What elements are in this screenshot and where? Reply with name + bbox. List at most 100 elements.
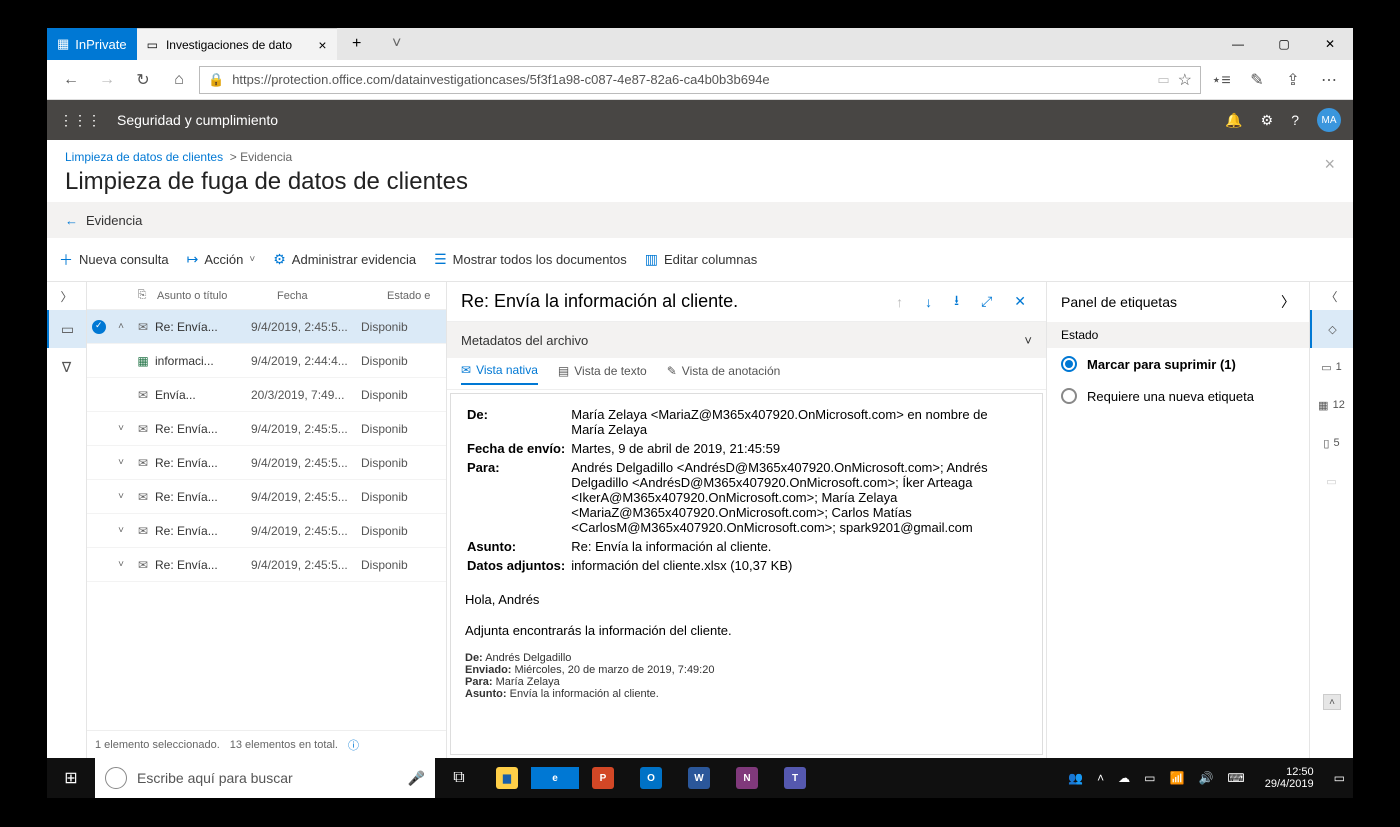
favorite-icon[interactable]: ☆ [1178, 70, 1192, 90]
download-icon[interactable]: ⭳ [948, 290, 965, 314]
tagpanel-section: Estado [1047, 322, 1309, 348]
edit-columns-button[interactable]: ▥Editar columnas [645, 251, 757, 268]
more-icon[interactable]: ⋯ [1313, 64, 1345, 96]
refresh-button[interactable]: ↻ [127, 64, 159, 96]
documents-icon[interactable]: ▭ [47, 310, 86, 348]
home-button[interactable]: ⌂ [163, 64, 195, 96]
onenote-icon[interactable]: N [723, 767, 771, 789]
reading-view-icon[interactable]: ▭ [1157, 72, 1169, 88]
chevron-icon[interactable]: ˅ [111, 491, 131, 502]
chevron-icon[interactable]: ˅ [111, 559, 131, 570]
back-button[interactable]: ← [55, 64, 87, 96]
expand-icon[interactable]: ⤢ [975, 293, 998, 310]
new-tab-button[interactable]: + [337, 28, 377, 60]
word-icon[interactable]: W [675, 767, 723, 789]
tab-text[interactable]: ▤Vista de texto [558, 364, 647, 384]
chevron-icon[interactable]: ˅ [111, 423, 131, 434]
filter-icon[interactable]: ∇ [47, 348, 86, 386]
url-input[interactable]: 🔒 https://protection.office.com/datainve… [199, 66, 1201, 94]
chevron-right-icon[interactable]: 〉 [1281, 292, 1295, 312]
mic-icon[interactable]: 🎤 [408, 770, 425, 787]
bell-icon[interactable]: 🔔 [1225, 112, 1242, 129]
prev-down-icon[interactable]: ↓ [919, 294, 938, 310]
tag-option-suppress[interactable]: Marcar para suprimir (1) [1047, 348, 1309, 380]
table-row[interactable]: ˄✉Re: Envía...9/4/2019, 2:45:5...Disponi… [87, 310, 446, 344]
prev-up-icon[interactable]: ↑ [890, 294, 909, 310]
table-row[interactable]: ˅✉Re: Envía...9/4/2019, 2:45:5...Disponi… [87, 514, 446, 548]
cloud-icon[interactable]: ☁ [1118, 771, 1130, 785]
chevron-icon[interactable]: ˅ [111, 525, 131, 536]
notifications-icon[interactable]: ▭ [1334, 771, 1345, 785]
table-row[interactable]: ˅✉Re: Envía...9/4/2019, 2:45:5...Disponi… [87, 446, 446, 480]
count-3[interactable]: ▯5 [1310, 424, 1353, 462]
minimize-button[interactable]: — [1215, 28, 1261, 60]
tab-annotation[interactable]: ✎Vista de anotación [667, 364, 781, 384]
start-button[interactable]: ⊞ [47, 768, 95, 788]
help-icon[interactable]: ? [1291, 112, 1299, 128]
attachment-col-icon[interactable]: ⎘ [127, 289, 157, 302]
notes-icon[interactable]: ✎ [1241, 64, 1273, 96]
table-row[interactable]: ▦informaci...9/4/2019, 2:44:4...Disponib [87, 344, 446, 378]
forward-button[interactable]: → [91, 64, 123, 96]
row-subject: Re: Envía... [155, 320, 251, 334]
table-row[interactable]: ˅✉Re: Envía...9/4/2019, 2:45:5...Disponi… [87, 480, 446, 514]
back-bar[interactable]: ← Evidencia [47, 202, 1353, 238]
action-button[interactable]: ↦Acción˅ [187, 251, 256, 268]
col-date[interactable]: Fecha [277, 290, 387, 302]
volume-icon[interactable]: 🔊 [1198, 771, 1213, 785]
tag-option-new[interactable]: Requiere una nueva etiqueta [1047, 380, 1309, 412]
maximize-button[interactable]: ▢ [1261, 28, 1307, 60]
browser-tab[interactable]: ▭ Investigaciones de dato × [137, 28, 337, 60]
table-row[interactable]: ˅✉Re: Envía...9/4/2019, 2:45:5...Disponi… [87, 548, 446, 582]
new-query-button[interactable]: ＋Nueva consulta [59, 250, 169, 270]
tray-up-icon[interactable]: ˄ [1097, 771, 1104, 785]
gear-icon[interactable]: ⚙ [1261, 112, 1274, 129]
count-1[interactable]: ▭1 [1310, 348, 1353, 386]
chevron-icon[interactable]: ˅ [111, 457, 131, 468]
breadcrumb-parent[interactable]: Limpieza de datos de clientes [65, 150, 223, 164]
info-icon[interactable]: ⓘ [348, 737, 359, 753]
tab-native[interactable]: ✉Vista nativa [461, 363, 538, 385]
people-icon[interactable]: 👥 [1068, 771, 1083, 785]
task-view-icon[interactable]: ⧉ [435, 769, 483, 787]
manage-evidence-button[interactable]: ⚙Administrar evidencia [273, 251, 416, 268]
chevron-down-icon: ˅ [1024, 333, 1032, 348]
wifi-icon[interactable]: 📶 [1169, 771, 1184, 785]
tag-icon[interactable]: ◇ [1310, 310, 1353, 348]
battery-icon[interactable]: ▭ [1144, 771, 1155, 785]
clock[interactable]: 12:50 29/4/2019 [1259, 766, 1320, 790]
collapse-chevron-icon[interactable]: ˄ [1323, 694, 1341, 710]
powerpoint-icon[interactable]: P [579, 767, 627, 789]
table-row[interactable]: ✉Envía...20/3/2019, 7:49...Disponib [87, 378, 446, 412]
show-all-button[interactable]: ☰Mostrar todos los documentos [434, 251, 627, 268]
date: 29/4/2019 [1265, 778, 1314, 790]
gear-icon: ⚙ [273, 251, 286, 268]
checkbox-icon[interactable] [92, 320, 106, 334]
share-icon[interactable]: ⇪ [1277, 64, 1309, 96]
metadata-bar[interactable]: Metadatos del archivo ˅ [447, 322, 1046, 358]
avatar[interactable]: MA [1317, 108, 1341, 132]
outlook-icon[interactable]: O [627, 767, 675, 789]
taskbar-search[interactable]: Escribe aquí para buscar 🎤 [95, 758, 435, 798]
expand-right-icon[interactable]: 〉 [47, 282, 86, 310]
favorites-menu-icon[interactable]: ⋆≡ [1205, 64, 1237, 96]
explorer-icon[interactable]: ▆ [483, 767, 531, 789]
close-preview-icon[interactable]: ✕ [1008, 293, 1032, 310]
close-panel-icon[interactable]: × [1324, 154, 1335, 175]
chevron-icon[interactable]: ˄ [111, 321, 131, 332]
close-window-button[interactable]: ✕ [1307, 28, 1353, 60]
breadcrumb-current: Evidencia [240, 150, 292, 164]
col-status[interactable]: Estado e [387, 290, 446, 302]
close-tab-icon[interactable]: × [318, 37, 326, 53]
table-row[interactable]: ˅✉Re: Envía...9/4/2019, 2:45:5...Disponi… [87, 412, 446, 446]
edge-icon[interactable]: e [531, 767, 579, 789]
col-subject[interactable]: Asunto o título [157, 290, 277, 302]
tab-overflow-icon[interactable]: ˅ [377, 28, 417, 60]
preview-header: Re: Envía la información al cliente. ↑ ↓… [447, 282, 1046, 322]
mail-icon: ✉ [131, 320, 155, 334]
count-2[interactable]: ▦12 [1310, 386, 1353, 424]
expand-left-icon[interactable]: 〈 [1310, 282, 1353, 310]
teams-icon[interactable]: T [771, 767, 819, 789]
waffle-icon[interactable]: ⋮⋮⋮ [59, 112, 101, 129]
language-icon[interactable]: ⌨ [1227, 771, 1244, 785]
